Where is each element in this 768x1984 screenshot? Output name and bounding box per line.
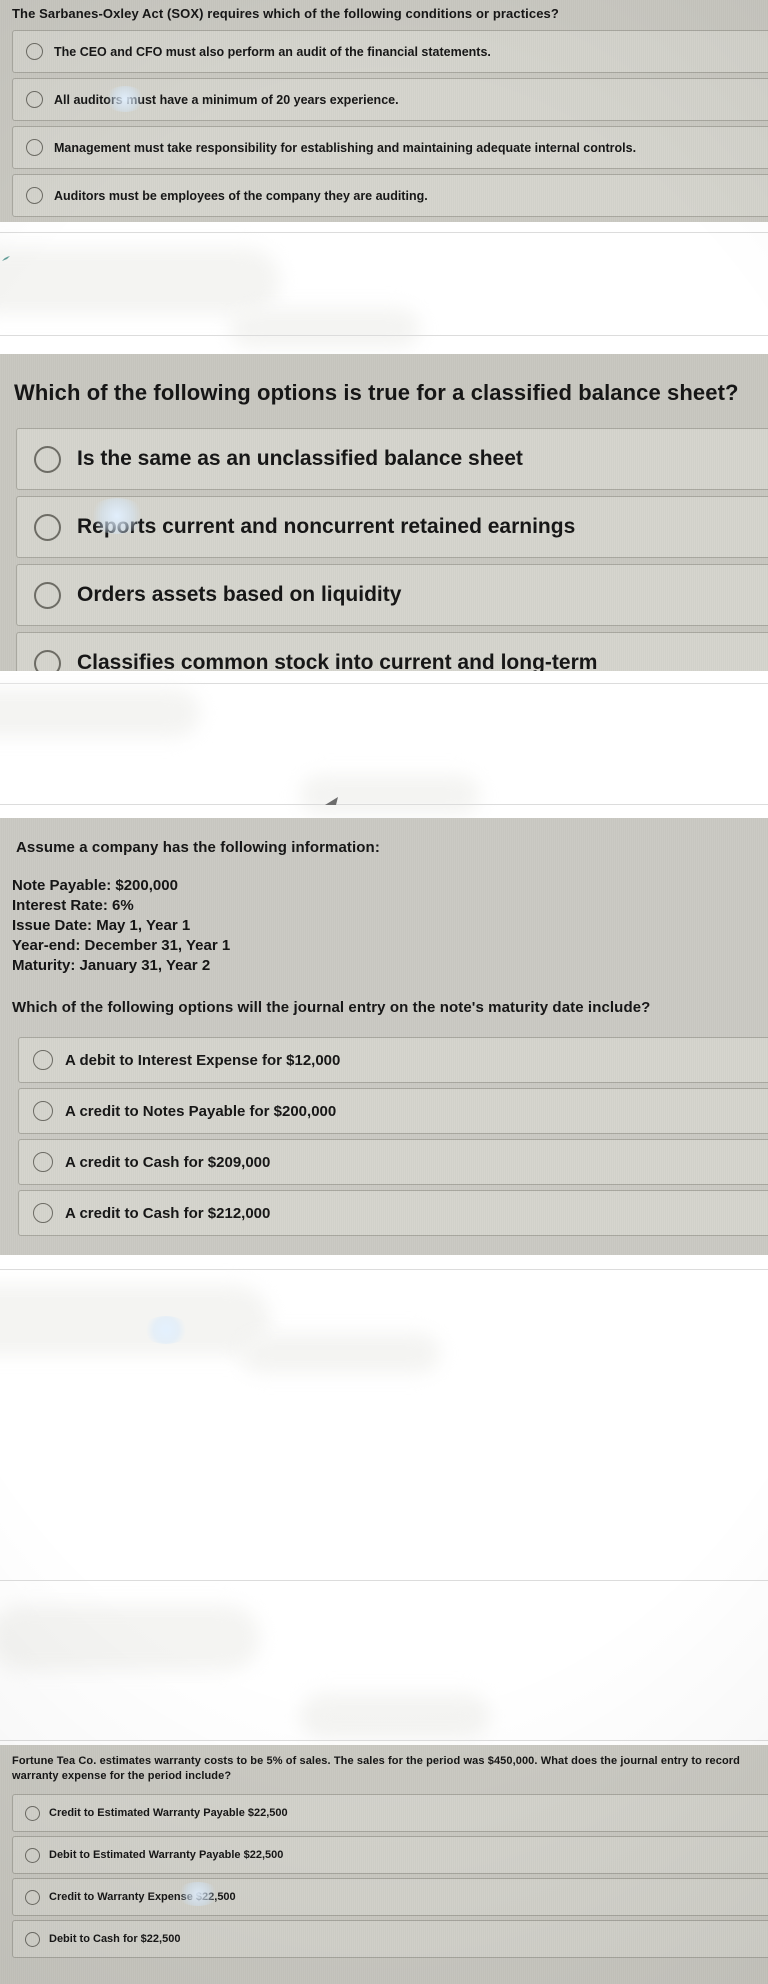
option-row[interactable]: Debit to Estimated Warranty Payable $22,… — [12, 1836, 768, 1874]
radio-unselected-icon[interactable] — [26, 43, 43, 60]
radio-unselected-icon[interactable] — [25, 1931, 40, 1947]
option-row[interactable]: Classifies common stock into current and… — [16, 632, 768, 671]
photo-smudge — [230, 308, 420, 348]
photo-smudge — [0, 248, 280, 314]
radio-unselected-icon[interactable] — [34, 581, 61, 609]
question-card-note-payable: Assume a company has the following infor… — [0, 818, 768, 1255]
divider — [0, 1269, 768, 1270]
quiz-screenshot-page: The Sarbanes-Oxley Act (SOX) requires wh… — [0, 0, 768, 1984]
divider — [0, 335, 768, 336]
question-card-sox: The Sarbanes-Oxley Act (SOX) requires wh… — [0, 0, 768, 222]
prompt-text-part-2: for a classified balance sheet? — [410, 380, 739, 405]
note-information-list: Note Payable: $200,000 Interest Rate: 6%… — [0, 857, 768, 976]
page-gap — [0, 222, 768, 354]
radio-unselected-icon[interactable] — [25, 1805, 40, 1821]
option-row[interactable]: Orders assets based on liquidity — [16, 564, 768, 626]
photo-smudge — [0, 689, 200, 737]
radio-unselected-icon[interactable] — [34, 513, 61, 541]
option-label: A credit to Notes Payable for $200,000 — [65, 1102, 337, 1120]
info-line: Issue Date: May 1, Year 1 — [12, 917, 191, 934]
photo-smudge — [300, 775, 480, 815]
photo-smudge — [300, 1693, 490, 1739]
question-card-classified-balance-sheet: Which of the following options is true f… — [0, 354, 768, 671]
page-gap — [0, 671, 768, 818]
photo-smudge — [0, 1285, 270, 1355]
option-row[interactable]: The CEO and CFO must also perform an aud… — [12, 30, 768, 73]
divider — [0, 1580, 768, 1581]
option-label: A credit to Cash for $212,000 — [65, 1204, 271, 1222]
option-row[interactable]: All auditors must have a minimum of 20 y… — [12, 78, 768, 121]
option-label: Reports current and noncurrent retained … — [77, 515, 576, 538]
info-line: Maturity: January 31, Year 2 — [12, 957, 211, 974]
option-label: A debit to Interest Expense for $12,000 — [65, 1051, 341, 1069]
radio-unselected-icon[interactable] — [26, 187, 43, 204]
option-row[interactable]: Is the same as an unclassified balance s… — [16, 428, 768, 490]
option-label: Auditors must be employees of the compan… — [54, 188, 428, 203]
option-row[interactable]: A credit to Cash for $212,000 — [18, 1190, 768, 1236]
option-label: A credit to Cash for $209,000 — [65, 1153, 271, 1171]
option-row[interactable]: Reports current and noncurrent retained … — [16, 496, 768, 558]
option-row[interactable]: Management must take responsibility for … — [12, 126, 768, 169]
option-label: Management must take responsibility for … — [54, 140, 637, 155]
option-label: Debit to Cash for $22,500 — [49, 1933, 181, 1945]
radio-unselected-icon[interactable] — [34, 649, 61, 671]
option-row[interactable]: A debit to Interest Expense for $12,000 — [18, 1037, 768, 1083]
option-label: Orders assets based on liquidity — [77, 583, 402, 606]
divider — [0, 683, 768, 684]
option-label: The CEO and CFO must also perform an aud… — [54, 44, 491, 59]
divider — [0, 804, 768, 805]
radio-unselected-icon[interactable] — [26, 91, 43, 108]
photo-smudge — [240, 1333, 440, 1373]
divider — [0, 1740, 768, 1741]
cursor-arrow-icon — [325, 797, 338, 805]
option-label: Is the same as an unclassified balance s… — [77, 447, 523, 470]
option-row[interactable]: Auditors must be employees of the compan… — [12, 174, 768, 217]
option-row[interactable]: A credit to Cash for $209,000 — [18, 1139, 768, 1185]
info-line: Interest Rate: 6% — [12, 897, 134, 914]
radio-unselected-icon[interactable] — [33, 1050, 53, 1070]
option-row[interactable]: Credit to Estimated Warranty Payable $22… — [12, 1794, 768, 1832]
photo-smudge — [0, 1605, 260, 1671]
radio-unselected-icon[interactable] — [33, 1152, 53, 1172]
option-label: Credit to Estimated Warranty Payable $22… — [49, 1807, 288, 1819]
option-label: Debit to Estimated Warranty Payable $22,… — [49, 1849, 284, 1861]
question-prompt: The Sarbanes-Oxley Act (SOX) requires wh… — [12, 6, 559, 21]
radio-unselected-icon[interactable] — [25, 1847, 40, 1863]
question-prompt: Assume a company has the following infor… — [16, 839, 380, 856]
radio-unselected-icon[interactable] — [26, 139, 43, 156]
prompt-text-part-1: Which of the following options is — [14, 380, 369, 405]
divider — [0, 232, 768, 233]
page-gap — [0, 1255, 768, 1745]
question-prompt: Which of the following options is true f… — [0, 354, 768, 428]
prompt-emphasis: true — [368, 380, 411, 405]
info-line: Year-end: December 31, Year 1 — [12, 937, 231, 954]
radio-unselected-icon[interactable] — [25, 1889, 40, 1905]
option-row[interactable]: A credit to Notes Payable for $200,000 — [18, 1088, 768, 1134]
option-row[interactable]: Credit to Warranty Expense $22,500 — [12, 1878, 768, 1916]
radio-unselected-icon[interactable] — [34, 445, 61, 473]
option-label: Classifies common stock into current and… — [77, 651, 598, 671]
question-card-warranty-expense: Fortune Tea Co. estimates warranty costs… — [0, 1745, 768, 1984]
option-row[interactable]: Debit to Cash for $22,500 — [12, 1920, 768, 1958]
option-label: All auditors must have a minimum of 20 y… — [54, 92, 399, 107]
info-line: Note Payable: $200,000 — [12, 877, 178, 894]
option-label: Credit to Warranty Expense $22,500 — [49, 1891, 236, 1903]
radio-unselected-icon[interactable] — [33, 1101, 53, 1121]
question-prompt-secondary: Which of the following options will the … — [12, 999, 651, 1016]
question-prompt: Fortune Tea Co. estimates warranty costs… — [12, 1755, 740, 1782]
radio-unselected-icon[interactable] — [33, 1203, 53, 1223]
